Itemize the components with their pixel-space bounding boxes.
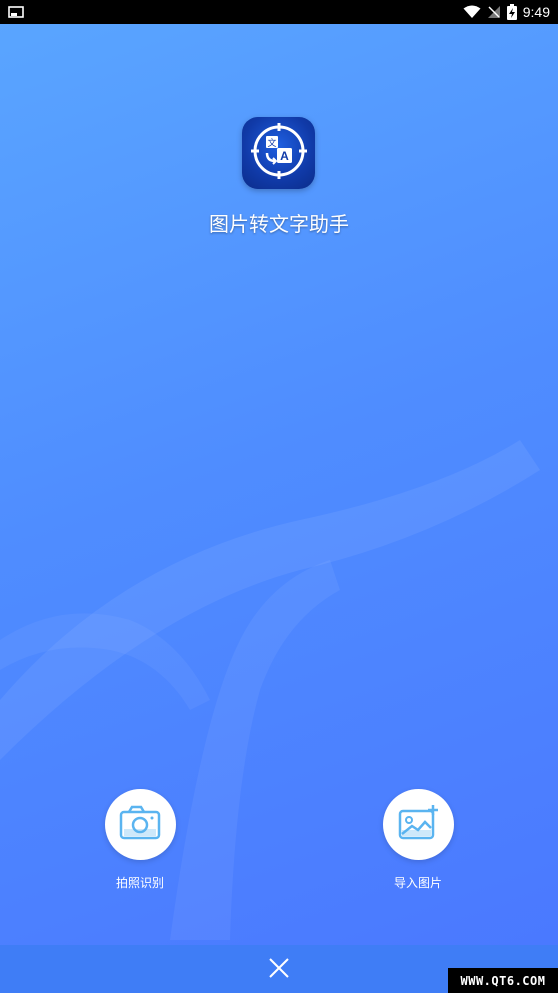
screen-icon	[8, 5, 24, 19]
battery-icon	[506, 4, 517, 20]
close-button[interactable]	[266, 957, 292, 983]
wifi-icon	[463, 5, 481, 19]
camera-recognize-label: 拍照识别	[115, 876, 164, 890]
watermark: WWW.QT6.COM	[448, 968, 558, 993]
import-image-button[interactable]: 导入图片	[368, 789, 468, 891]
app-title: 图片转文字助手	[209, 212, 349, 236]
svg-text:文: 文	[267, 137, 276, 149]
import-image-label: 导入图片	[393, 876, 442, 890]
no-sim-icon	[487, 5, 501, 19]
status-time: 9:49	[522, 4, 550, 20]
camera-recognize-button[interactable]: 拍照识别	[90, 789, 190, 891]
close-icon	[268, 957, 290, 983]
import-image-icon	[397, 804, 439, 846]
svg-text:A: A	[280, 149, 289, 163]
translate-scan-icon: 文 A	[249, 121, 309, 185]
camera-button-circle[interactable]	[104, 789, 176, 860]
camera-icon	[119, 805, 161, 845]
import-button-circle[interactable]	[382, 789, 454, 860]
app-logo: 文 A	[242, 117, 315, 189]
status-bar: 9:49	[0, 0, 558, 24]
